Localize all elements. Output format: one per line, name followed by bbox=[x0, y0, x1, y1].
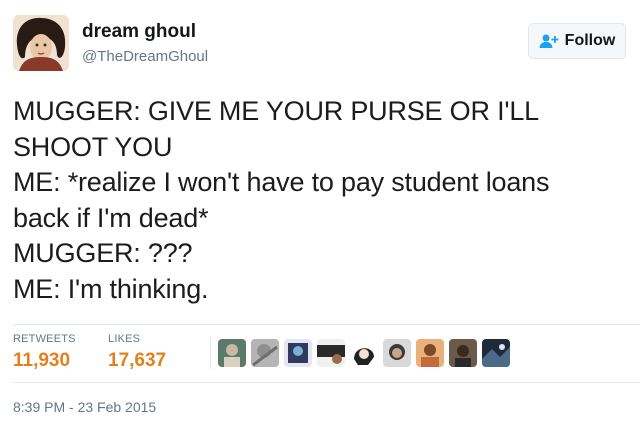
likes-stat[interactable]: LIKES 17,637 bbox=[108, 333, 166, 372]
liker-avatar[interactable] bbox=[317, 339, 345, 367]
tweet-line: back if I'm dead* bbox=[13, 202, 209, 233]
likes-count: 17,637 bbox=[108, 350, 167, 371]
tweet-line: ME: I'm thinking. bbox=[13, 273, 209, 304]
tweet-line: MUGGER: GIVE ME YOUR PURSE OR I'LL bbox=[13, 96, 539, 126]
author-avatar[interactable] bbox=[13, 15, 69, 71]
stats-top-divider bbox=[13, 324, 640, 325]
tweet-line: MUGGER: ??? bbox=[13, 238, 193, 268]
retweets-label: RETWEETS bbox=[13, 333, 76, 345]
liker-avatar[interactable] bbox=[416, 339, 444, 367]
liker-avatar[interactable] bbox=[251, 339, 279, 367]
retweets-count: 11,930 bbox=[13, 350, 71, 371]
liker-avatar[interactable] bbox=[482, 339, 510, 367]
liker-avatar[interactable] bbox=[449, 339, 477, 367]
tweet-header: dream ghoul @TheDreamGhoul Follow bbox=[13, 13, 626, 75]
liker-avatar[interactable] bbox=[218, 339, 246, 367]
stats-bottom-divider bbox=[13, 382, 640, 383]
follow-button[interactable]: Follow bbox=[528, 23, 626, 59]
stats-divider bbox=[210, 337, 211, 369]
follow-button-label: Follow bbox=[564, 32, 616, 49]
likes-label: LIKES bbox=[108, 333, 141, 345]
liker-avatar[interactable] bbox=[383, 339, 411, 367]
tweet-line: ME: *realize I won't have to pay student… bbox=[13, 167, 550, 197]
tweet-timestamp[interactable]: 8:39 PM - 23 Feb 2015 bbox=[13, 399, 156, 415]
tweet-line: SHOOT YOU bbox=[13, 131, 173, 162]
author-name[interactable]: dream ghoul bbox=[82, 21, 196, 43]
liker-avatars bbox=[218, 339, 515, 367]
follow-user-icon bbox=[539, 33, 559, 49]
retweets-stat[interactable]: RETWEETS 11,930 bbox=[13, 333, 76, 372]
tweet-text: MUGGER: GIVE ME YOUR PURSE OR I'LL SHOOT… bbox=[13, 94, 628, 307]
liker-avatar[interactable] bbox=[284, 339, 312, 367]
author-handle[interactable]: @TheDreamGhoul bbox=[82, 48, 208, 65]
liker-avatar[interactable] bbox=[350, 339, 378, 367]
